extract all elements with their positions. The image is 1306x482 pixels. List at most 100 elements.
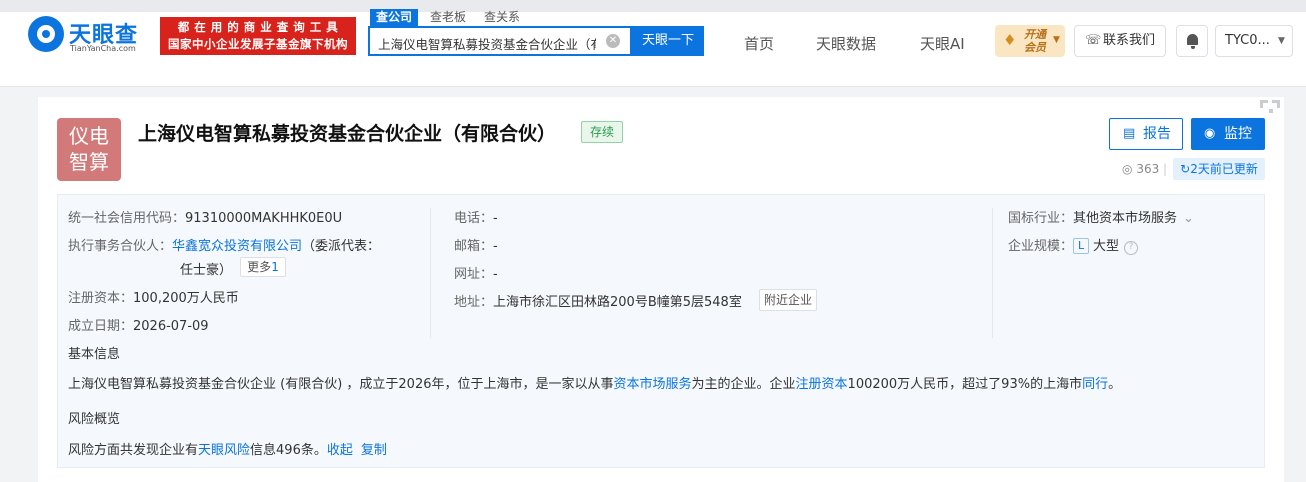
update-status-badge[interactable]: ↻2天前已更新	[1173, 158, 1265, 180]
more-count: 1	[271, 260, 279, 274]
partner-link[interactable]: 华鑫宽众投资有限公司	[172, 239, 302, 254]
tianyancha-logo[interactable]: 天眼查 TianYanCha.com	[28, 16, 152, 56]
basic-info-paragraph: 上海仪电智算私募投资基金合伙企业 (有限合伙) ，成立于2026年，位于上海市，…	[68, 373, 1121, 392]
email-value: -	[493, 239, 498, 254]
diamond-icon: ♦	[1003, 31, 1017, 49]
website-value: -	[493, 267, 498, 282]
founded-field: 成立日期：2026-07-09	[68, 315, 209, 334]
nav-tianyan-ai[interactable]: 天眼AI	[920, 33, 965, 54]
industry-field[interactable]: 国标行业：其他资本市场服务 ⌄	[1008, 207, 1194, 226]
column-divider	[430, 208, 431, 338]
scale-value: 大型	[1093, 239, 1120, 254]
basic-text-2: 为主的企业。企业	[691, 377, 796, 392]
capital-link[interactable]: 注册资本	[796, 377, 848, 392]
risk-paragraph: 风险方面共发现企业有天眼风险信息496条。收起 复制	[68, 439, 387, 458]
address-field: 地址：上海市徐汇区田林路200号B幢第5层548室	[454, 291, 742, 310]
credit-code-label: 统一社会信用代码：	[68, 211, 186, 226]
caret-down-icon: ▼	[1053, 35, 1060, 45]
basic-text-3: 100200万人民币，超过了93%的上海市	[847, 377, 1083, 392]
eye-icon: ◎	[1122, 162, 1133, 176]
collapse-link[interactable]: 收起	[327, 443, 353, 458]
company-logo-line-1: 仪电	[69, 124, 109, 148]
report-label: 报告	[1143, 126, 1171, 142]
nearby-companies-button[interactable]: 附近企业	[759, 289, 817, 311]
more-partners-button[interactable]: 更多1	[240, 257, 286, 277]
scale-field: 企业规模： L 大型?	[1008, 235, 1139, 255]
phone-icon: ☏	[1085, 33, 1102, 48]
monitor-label: 监控	[1224, 126, 1252, 142]
help-icon[interactable]: ?	[1124, 241, 1139, 255]
tab-search-company[interactable]: 查公司	[370, 9, 419, 26]
risk-overview-title: 风险概览	[68, 412, 121, 427]
phone-field: 电话：-	[454, 207, 498, 226]
phone-label: 电话：	[454, 211, 494, 226]
risk-text-2: 信息496条。	[250, 443, 327, 458]
search-button[interactable]: 天眼一下	[632, 26, 704, 56]
company-name: 上海仪电智算私募投资基金合伙企业（有限合伙）	[138, 123, 557, 145]
founded-value: 2026-07-09	[133, 319, 209, 334]
search-tabs: 查公司 查老板 查关系	[370, 9, 532, 27]
industry-label: 国标行业：	[1008, 211, 1074, 226]
bell-icon	[1187, 34, 1198, 45]
credit-code-field: 统一社会信用代码：91310000MAKHHK0E0U	[68, 207, 342, 226]
vip-label-line-1: 开通	[1024, 28, 1046, 41]
industry-value: 其他资本市场服务	[1073, 211, 1178, 226]
view-count: ◎ 363 |	[1122, 162, 1167, 176]
tab-search-relation[interactable]: 查关系	[478, 9, 526, 26]
search-input[interactable]: 上海仪电智算私募投资基金合伙企业（有限 ✕	[368, 26, 632, 56]
vip-label: 开通 会员	[1024, 28, 1046, 54]
risk-text-1: 风险方面共发现企业有	[68, 443, 199, 458]
company-logo-line-2: 智算	[69, 150, 109, 174]
capital-label: 注册资本：	[68, 291, 134, 306]
search-input-value: 上海仪电智算私募投资基金合伙企业（有限	[378, 37, 596, 52]
partner-rep-name[interactable]: 任士豪）	[180, 263, 232, 278]
document-icon: ▤	[1123, 126, 1136, 141]
eye-logo-icon	[28, 16, 64, 52]
slogan-line-2: 国家中小企业发展子基金旗下机构	[168, 37, 348, 51]
address-label: 地址：	[454, 295, 494, 310]
more-label: 更多	[247, 260, 272, 274]
caret-down-icon: ▼	[1278, 36, 1285, 46]
company-logo: 仪电 智算	[57, 118, 121, 181]
tab-search-boss[interactable]: 查老板	[424, 9, 472, 26]
capital-value: 100,200万人民币	[133, 291, 239, 306]
capital-field: 注册资本：100,200万人民币	[68, 287, 239, 306]
contact-us-label: 联系我们	[1103, 33, 1156, 48]
partner-rep-field: 任士豪）	[180, 259, 232, 278]
email-label: 邮箱：	[454, 239, 494, 254]
basic-text-4: 。	[1108, 377, 1122, 392]
chevron-down-icon: ⌄	[1183, 211, 1194, 226]
partner-label: 执行事务合伙人：	[68, 239, 173, 254]
tianyan-risk-link[interactable]: 天眼风险	[198, 443, 250, 458]
clear-icon[interactable]: ✕	[606, 34, 620, 48]
contact-us-button[interactable]: ☏ 联系我们	[1074, 25, 1166, 57]
industry-link[interactable]: 资本市场服务	[614, 377, 692, 392]
nav-tianyan-data[interactable]: 天眼数据	[816, 33, 876, 54]
logo-domain: TianYanCha.com	[70, 44, 136, 53]
bell-clapper	[1191, 46, 1195, 49]
slogan-line-1: 都 在 用 的 商 业 查 询 工 具	[177, 20, 339, 34]
user-menu[interactable]: TYC0... ▼	[1215, 25, 1293, 57]
vip-button[interactable]: ♦ 开通 会员 ▼	[995, 25, 1065, 57]
basic-info-title: 基本信息	[68, 347, 121, 362]
monitor-button[interactable]: ◉ 监控	[1191, 118, 1265, 150]
nav-home[interactable]: 首页	[744, 33, 774, 54]
report-button[interactable]: ▤ 报告	[1109, 118, 1183, 150]
email-field: 邮箱：-	[454, 235, 498, 254]
peers-link[interactable]: 同行	[1082, 377, 1108, 392]
phone-value: -	[493, 211, 498, 226]
copy-link[interactable]: 复制	[361, 443, 387, 458]
separator: |	[1163, 162, 1168, 176]
location-pin-icon: ◉	[1204, 126, 1216, 141]
view-count-value: 363	[1136, 162, 1160, 176]
update-status-label: 2天前已更新	[1190, 162, 1258, 176]
website-label: 网址：	[454, 267, 494, 282]
column-divider	[992, 208, 993, 338]
status-badge: 存续	[581, 121, 623, 143]
address-value[interactable]: 上海市徐汇区田林路200号B幢第5层548室	[493, 295, 742, 310]
basic-text-1: 上海仪电智算私募投资基金合伙企业 (有限合伙) ，成立于2026年，位于上海市，…	[68, 377, 614, 392]
notification-button[interactable]	[1176, 25, 1208, 57]
scale-badge: L	[1073, 238, 1090, 254]
credit-code-value[interactable]: 91310000MAKHHK0E0U	[185, 211, 342, 226]
user-name: TYC0...	[1225, 33, 1270, 48]
